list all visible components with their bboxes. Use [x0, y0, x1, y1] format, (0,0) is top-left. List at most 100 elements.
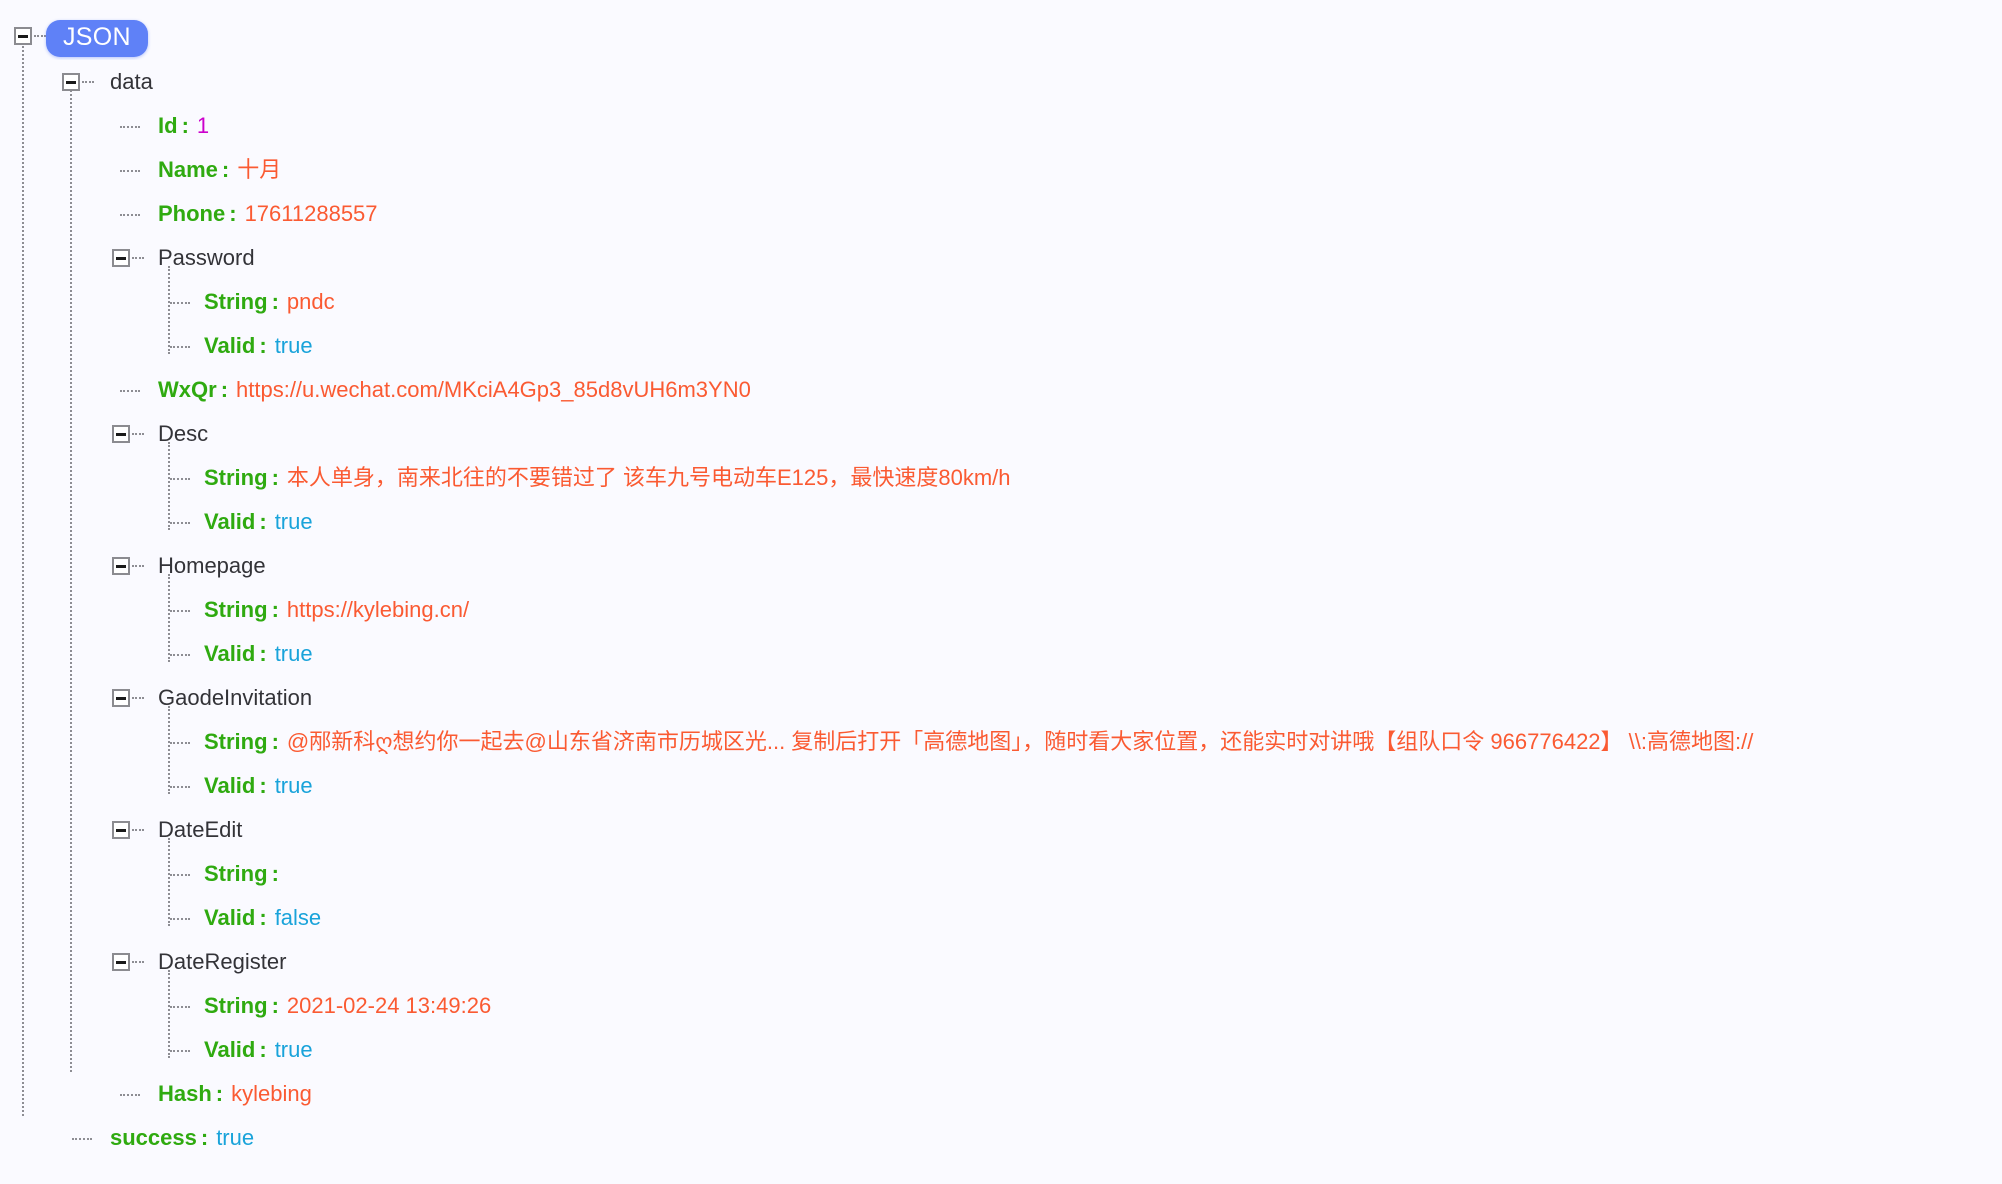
key-dateregister-valid: Valid	[204, 1037, 256, 1062]
node-label-gaodeinvitation: GaodeInvitation	[158, 685, 313, 710]
tree-row-gaodeinvitation-string[interactable]: String: @邴新科ღ想约你一起去@山东省济南市历城区光... 复制后打开「高…	[0, 720, 2002, 764]
field-hash: Hash: kylebing	[158, 1072, 312, 1116]
key-gaodeinvitation-valid: Valid	[204, 773, 256, 798]
tree-elbow-id	[120, 126, 140, 128]
toggle-dots-password	[132, 257, 144, 259]
key-homepage-valid: Valid	[204, 641, 256, 666]
value-homepage-string: https://kylebing.cn/	[286, 597, 470, 622]
colon-desc-string: :	[271, 465, 279, 490]
tree-elbow-desc-valid	[170, 522, 190, 524]
tree-row-success[interactable]: success: true	[0, 1116, 2002, 1160]
field-dateregister-valid: Valid: true	[204, 1028, 313, 1072]
colon-dateedit-valid: :	[259, 905, 267, 930]
field-password-valid: Valid: true	[204, 324, 313, 368]
tree-row-desc-valid[interactable]: Valid: true	[0, 500, 2002, 544]
field-wxqr: WxQr: https://u.wechat.com/MKciA4Gp3_85d8…	[158, 368, 751, 412]
collapse-toggle-desc[interactable]	[112, 425, 130, 443]
key-id: Id	[158, 113, 178, 138]
field-dateregister-string: String:2021-02-24 13:49:26	[204, 984, 491, 1028]
tree-row-homepage-string[interactable]: String: https://kylebing.cn/	[0, 588, 2002, 632]
value-name: 十月	[237, 157, 282, 182]
toggle-dots-gaodeinvitation	[132, 697, 144, 699]
collapse-toggle-dateregister[interactable]	[112, 953, 130, 971]
value-dateregister-string: 2021-02-24 13:49:26	[286, 993, 492, 1018]
field-name: Name: 十月	[158, 148, 281, 192]
key-name: Name	[158, 157, 218, 182]
tree-row-data[interactable]: data	[0, 60, 2002, 104]
field-desc-valid: Valid: true	[204, 500, 313, 544]
collapse-toggle-root[interactable]	[14, 27, 32, 45]
colon-id: :	[181, 113, 189, 138]
tree-row-password-valid[interactable]: Valid: true	[0, 324, 2002, 368]
key-password-string: String	[204, 289, 268, 314]
tree-row-desc[interactable]: Desc	[0, 412, 2002, 456]
toggle-dots-dateregister	[132, 961, 144, 963]
key-homepage-string: String	[204, 597, 268, 622]
tree-row-dateedit[interactable]: DateEdit	[0, 808, 2002, 852]
tree-row-password[interactable]: Password	[0, 236, 2002, 280]
colon-success: :	[200, 1125, 209, 1150]
tree-row-dateregister-valid[interactable]: Valid: true	[0, 1028, 2002, 1072]
collapse-toggle-gaodeinvitation[interactable]	[112, 689, 130, 707]
tree-row-password-string[interactable]: String: pndc	[0, 280, 2002, 324]
key-dateedit-string: String	[204, 861, 268, 886]
field-password-string: String: pndc	[204, 280, 335, 324]
tree-row-desc-string[interactable]: String: 本人单身，南来北往的不要错过了 该车九号电动车E125，最快速度8…	[0, 456, 2002, 500]
tree-elbow-gaodeinvitation-string	[170, 742, 190, 744]
field-dateedit-string: String:	[204, 852, 287, 896]
collapse-toggle-password[interactable]	[112, 249, 130, 267]
json-root-badge[interactable]: JSON	[46, 20, 148, 57]
field-success: success: true	[110, 1116, 254, 1160]
colon-homepage-valid: :	[259, 641, 267, 666]
tree-row-dateregister[interactable]: DateRegister	[0, 940, 2002, 984]
tree-row-hash[interactable]: Hash: kylebing	[0, 1072, 2002, 1116]
colon-dateregister-valid: :	[259, 1037, 267, 1062]
value-gaodeinvitation-valid: true	[274, 773, 313, 798]
node-label-desc: Desc	[158, 421, 209, 446]
tree-elbow-wxqr	[120, 390, 140, 392]
node-label-homepage: Homepage	[158, 553, 266, 578]
key-desc-string: String	[204, 465, 268, 490]
tree-row-dateregister-string[interactable]: String:2021-02-24 13:49:26	[0, 984, 2002, 1028]
key-dateedit-valid: Valid	[204, 905, 256, 930]
colon-gaodeinvitation-string: :	[271, 729, 279, 754]
node-label-dateedit: DateEdit	[158, 817, 243, 842]
colon-dateregister-string: :	[271, 993, 279, 1018]
tree-row-name[interactable]: Name: 十月	[0, 148, 2002, 192]
tree-elbow-password-valid	[170, 346, 190, 348]
tree-row-phone[interactable]: Phone:17611288557	[0, 192, 2002, 236]
tree-row-root[interactable]: JSON	[0, 14, 2002, 60]
tree-row-dateedit-valid[interactable]: Valid: false	[0, 896, 2002, 940]
node-label-dateregister: DateRegister	[158, 949, 287, 974]
key-desc-valid: Valid	[204, 509, 256, 534]
value-password-valid: true	[274, 333, 313, 358]
tree-row-homepage-valid[interactable]: Valid: true	[0, 632, 2002, 676]
key-success: success	[110, 1125, 197, 1150]
collapse-toggle-dateedit[interactable]	[112, 821, 130, 839]
tree-row-gaodeinvitation-valid[interactable]: Valid: true	[0, 764, 2002, 808]
colon-gaodeinvitation-valid: :	[259, 773, 267, 798]
value-wxqr: https://u.wechat.com/MKciA4Gp3_85d8vUH6m…	[236, 377, 751, 402]
tree-row-id[interactable]: Id:1	[0, 104, 2002, 148]
field-desc-string: String: 本人单身，南来北往的不要错过了 该车九号电动车E125，最快速度8…	[204, 456, 1011, 500]
tree-elbow-success	[72, 1138, 92, 1140]
tree-row-dateedit-string[interactable]: String:	[0, 852, 2002, 896]
tree-elbow-dateregister-string	[170, 1006, 190, 1008]
value-gaodeinvitation-string: @邴新科ღ想约你一起去@山东省济南市历城区光... 复制后打开「高德地图」，随时…	[286, 729, 1754, 754]
collapse-toggle-data[interactable]	[62, 73, 80, 91]
tree-row-wxqr[interactable]: WxQr: https://u.wechat.com/MKciA4Gp3_85d8…	[0, 368, 2002, 412]
tree-row-gaodeinvitation[interactable]: GaodeInvitation	[0, 676, 2002, 720]
value-password-string: pndc	[286, 289, 335, 314]
tree-elbow-dateedit-string	[170, 874, 190, 876]
tree-elbow-password-string	[170, 302, 190, 304]
collapse-toggle-homepage[interactable]	[112, 557, 130, 575]
field-gaodeinvitation-string: String: @邴新科ღ想约你一起去@山东省济南市历城区光... 复制后打开「高…	[204, 720, 1753, 764]
node-label-password: Password	[158, 245, 255, 270]
colon-password-valid: :	[259, 333, 267, 358]
key-phone: Phone	[158, 201, 226, 226]
value-desc-valid: true	[274, 509, 313, 534]
colon-name: :	[221, 157, 230, 182]
tree-row-homepage[interactable]: Homepage	[0, 544, 2002, 588]
key-wxqr: WxQr	[158, 377, 217, 402]
tree-elbow-dateedit-valid	[170, 918, 190, 920]
